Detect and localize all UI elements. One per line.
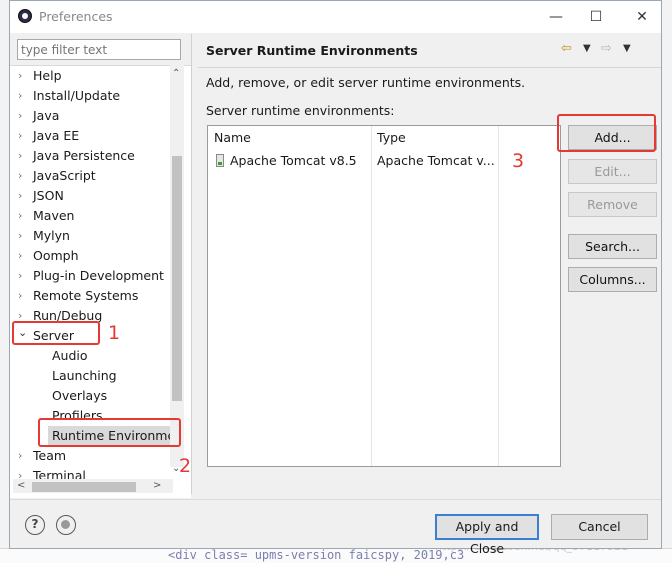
chevron-right-icon[interactable]: › xyxy=(18,146,28,166)
column-header-name[interactable]: Name xyxy=(208,126,371,150)
runtime-table: Name Type Apache Tomcat v8.5 Apache Tomc… xyxy=(207,125,561,467)
tree-item[interactable]: Plug-in Development xyxy=(33,266,164,286)
annotation-box-runtime xyxy=(38,418,181,447)
minimize-button[interactable]: — xyxy=(541,6,571,28)
tree-vertical-scroll-thumb[interactable] xyxy=(172,156,182,401)
scroll-up-icon[interactable]: ⌃ xyxy=(172,68,180,79)
chevron-right-icon[interactable]: › xyxy=(18,166,28,186)
tree-item[interactable]: JavaScript xyxy=(33,166,96,186)
pane-separator xyxy=(191,34,192,494)
chevron-right-icon[interactable]: › xyxy=(18,186,28,206)
annotation-number-3: 3 xyxy=(512,150,525,172)
chevron-right-icon[interactable]: › xyxy=(18,446,28,466)
chevron-right-icon[interactable]: › xyxy=(18,126,28,146)
chevron-right-icon[interactable]: › xyxy=(18,266,28,286)
chevron-right-icon[interactable]: › xyxy=(18,286,28,306)
runtime-type: Apache Tomcat v... xyxy=(377,153,495,168)
background-code-fragment: <div class= upms-version faicspy, 2019,c… xyxy=(168,548,465,562)
window-title: Preferences xyxy=(39,9,113,24)
eclipse-icon xyxy=(18,9,32,23)
remove-button[interactable]: Remove xyxy=(568,192,657,217)
chevron-right-icon[interactable]: › xyxy=(18,226,28,246)
tree-item[interactable]: Install/Update xyxy=(33,86,120,106)
background-ide-right xyxy=(662,0,672,562)
chevron-right-icon[interactable]: › xyxy=(18,66,28,86)
server-runtime-icon xyxy=(216,154,224,167)
annotation-number-2: 2 xyxy=(179,455,192,477)
title-bar: Preferences — ☐ ✕ xyxy=(10,1,661,33)
footer-divider xyxy=(10,499,661,500)
column-header-type[interactable]: Type xyxy=(371,126,498,150)
search-button[interactable]: Search... xyxy=(568,234,657,259)
apply-and-close-button[interactable]: Apply and Close xyxy=(435,514,539,556)
chevron-right-icon[interactable]: › xyxy=(18,206,28,226)
table-row[interactable]: Apache Tomcat v8.5 Apache Tomcat v... xyxy=(208,150,560,172)
tree-item[interactable]: Remote Systems xyxy=(33,286,138,306)
back-menu-chevron-icon[interactable]: ▼ xyxy=(583,43,591,54)
annotation-number-1: 1 xyxy=(108,322,121,344)
chevron-right-icon[interactable]: › xyxy=(18,246,28,266)
page-title: Server Runtime Environments xyxy=(206,43,418,58)
back-icon[interactable]: ⇦ xyxy=(561,41,572,56)
help-icon[interactable]: ? xyxy=(25,515,45,535)
tree-horizontal-scroll-thumb[interactable] xyxy=(32,482,136,492)
tree-item[interactable]: Launching xyxy=(52,366,117,386)
maximize-button[interactable]: ☐ xyxy=(581,6,611,28)
edit-button[interactable]: Edit... xyxy=(568,159,657,184)
close-button[interactable]: ✕ xyxy=(627,6,657,28)
tree-item[interactable]: Mylyn xyxy=(33,226,70,246)
tree-item[interactable]: Java EE xyxy=(33,126,79,146)
chevron-right-icon[interactable]: › xyxy=(18,106,28,126)
forward-icon[interactable]: ⇨ xyxy=(601,41,612,56)
tree-item[interactable]: Help xyxy=(33,66,62,86)
annotation-box-add xyxy=(557,114,656,152)
tree-item[interactable]: Team xyxy=(33,446,66,466)
column-divider xyxy=(498,126,499,466)
runtime-name: Apache Tomcat v8.5 xyxy=(230,153,357,168)
columns-button[interactable]: Columns... xyxy=(568,267,657,292)
cancel-button[interactable]: Cancel xyxy=(551,514,648,540)
scroll-left-icon[interactable]: < xyxy=(17,480,25,491)
tree-item[interactable]: Maven xyxy=(33,206,74,226)
import-export-icon[interactable] xyxy=(56,515,76,535)
scroll-right-icon[interactable]: > xyxy=(153,480,161,491)
page-description: Add, remove, or edit server runtime envi… xyxy=(206,75,526,90)
annotation-box-server xyxy=(12,321,100,345)
preferences-dialog: Preferences — ☐ ✕ ›Help›Install/Update›J… xyxy=(9,0,662,556)
runtime-list-label: Server runtime environments: xyxy=(206,103,395,118)
tree-item[interactable]: JSON xyxy=(33,186,64,206)
tree-item[interactable]: Overlays xyxy=(52,386,107,406)
tree-item[interactable]: Java xyxy=(33,106,59,126)
view-menu-chevron-icon[interactable]: ▼ xyxy=(623,43,631,54)
filter-input[interactable] xyxy=(17,39,181,60)
chevron-right-icon[interactable]: › xyxy=(18,86,28,106)
column-divider xyxy=(371,126,372,466)
tree-item[interactable]: Audio xyxy=(52,346,88,366)
header-divider xyxy=(198,67,661,68)
tree-item[interactable]: Oomph xyxy=(33,246,79,266)
tree-item[interactable]: Java Persistence xyxy=(33,146,135,166)
